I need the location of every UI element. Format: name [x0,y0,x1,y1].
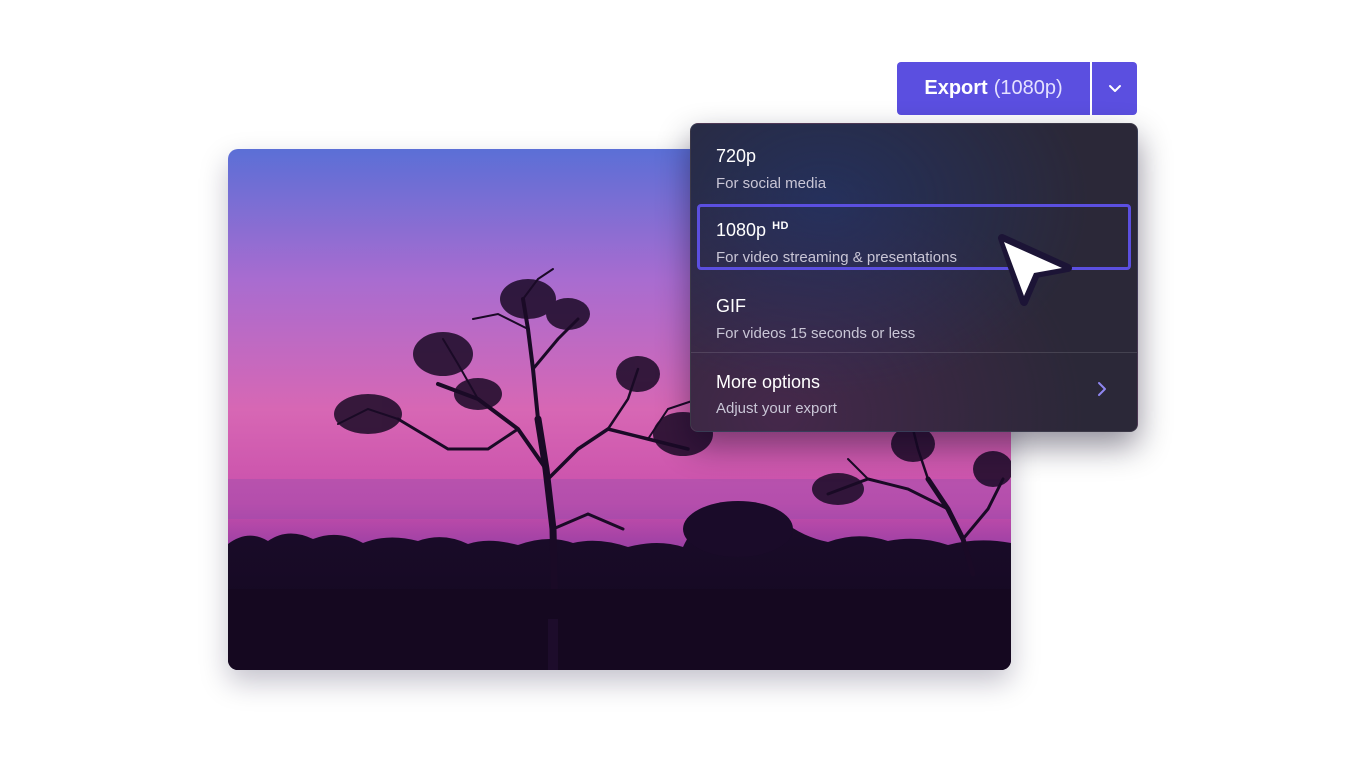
chevron-down-icon [1108,84,1121,92]
menu-item-subtitle: For video streaming & presentations [716,249,957,266]
menu-item-title: 1080p HD [716,220,789,241]
mouse-pointer-icon [998,234,1072,306]
menu-divider [691,352,1137,353]
menu-item-more-options[interactable]: More options Adjust your export [697,358,1131,424]
export-button-label: Export [924,77,988,99]
menu-item-title: 720p [716,146,757,166]
export-demo: Export (1080p) 720p For social media 108… [0,0,1365,768]
export-dropdown-button[interactable] [1092,62,1137,115]
menu-item-subtitle: For videos 15 seconds or less [716,325,916,342]
menu-item-subtitle: For social media [716,175,827,192]
chevron-right-icon [1098,382,1106,396]
menu-item-subtitle: Adjust your export [716,400,837,417]
export-button[interactable]: Export (1080p) [897,62,1090,115]
menu-item-720p[interactable]: 720p For social media [697,130,1131,196]
hd-badge: HD [772,220,789,232]
menu-item-title: GIF [716,296,746,316]
menu-item-title: More options [716,372,821,392]
menu-item-title-text: 1080p [716,220,767,240]
export-button-resolution: (1080p) [993,77,1063,99]
